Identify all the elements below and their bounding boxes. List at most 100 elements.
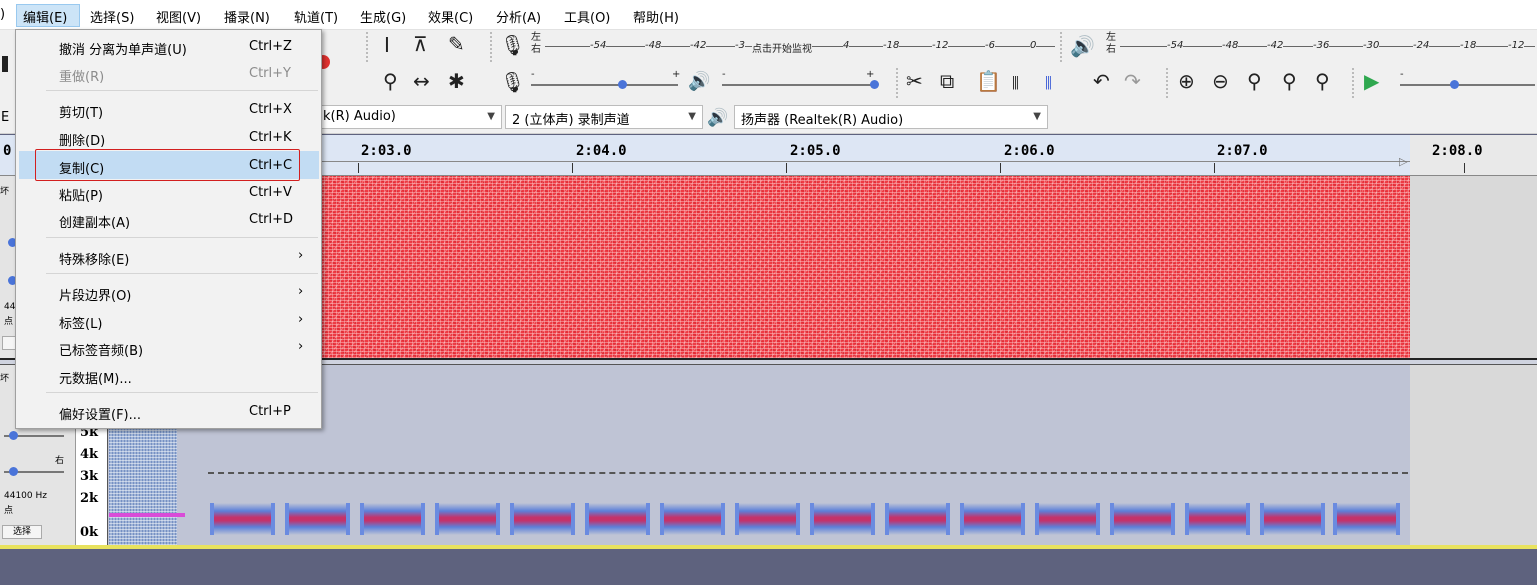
undo-icon[interactable]: ↶ <box>1093 71 1110 91</box>
menu-effect[interactable]: 效果(C) <box>428 7 473 26</box>
ruler-label: 2:07.0 <box>1217 143 1268 159</box>
menu-item-cut[interactable]: 剪切(T) Ctrl+X <box>16 96 321 122</box>
record-meter-tick: 0 <box>1030 40 1037 51</box>
spectral-selection-line <box>208 472 1408 474</box>
menu-item-label: 片段边界(O) <box>59 289 132 304</box>
silence-audio-icon[interactable]: ⫼ <box>1045 73 1052 93</box>
play-meter-tick: -36 <box>1313 40 1330 51</box>
pause-icon[interactable] <box>2 56 8 72</box>
menu-tracks[interactable]: 轨道(T) <box>294 7 338 26</box>
menu-item-redo[interactable]: 重做(R) Ctrl+Y <box>16 60 321 86</box>
redo-icon[interactable]: ↷ <box>1124 71 1141 91</box>
menu-item-metadata[interactable]: 元数据(M)... <box>16 362 321 388</box>
menu-item-labels[interactable]: 标签(L) › <box>16 307 321 333</box>
zoom-in-icon[interactable]: ⊕ <box>1178 71 1195 91</box>
track1-rate: 44 <box>4 302 16 312</box>
recording-device-select[interactable]: k(R) Audio) ▼ <box>316 105 502 129</box>
menu-transport[interactable]: 播录(N) <box>224 7 270 26</box>
track2-gain-knob[interactable] <box>9 431 18 440</box>
record-volume-knob[interactable] <box>618 80 627 89</box>
freq-label: 4k <box>80 447 99 462</box>
playback-volume-speaker-icon: 🔊 <box>688 71 711 92</box>
menu-item-clip-boundaries[interactable]: 片段边界(O) › <box>16 279 321 305</box>
play-meter-tick: -30 <box>1363 40 1380 51</box>
play-region-end-icon[interactable]: ▷ <box>1399 155 1407 168</box>
track1-name[interactable]: 坏 <box>0 184 9 197</box>
ruler-label: 2:05.0 <box>790 143 841 159</box>
menu-analyze[interactable]: 分析(A) <box>496 7 541 26</box>
trim-audio-icon[interactable]: ⫼ <box>1012 73 1019 93</box>
copy-annotation-box <box>35 149 300 181</box>
menu-item-shortcut: Ctrl+Z <box>249 39 292 54</box>
menu-view[interactable]: 视图(V) <box>156 7 201 26</box>
play-meter-right-label: 右 <box>1106 44 1116 55</box>
chevron-down-icon: ▼ <box>487 111 495 122</box>
menu-separator <box>46 237 318 238</box>
play-meter-tick: -24 <box>1413 40 1430 51</box>
menu-item-label: 标签(L) <box>59 317 103 332</box>
track2-format: 点 <box>4 506 14 516</box>
multi-tool-icon[interactable]: ✱ <box>448 71 465 91</box>
menu-select[interactable]: 选择(S) <box>90 7 134 26</box>
copy-icon[interactable]: ⧉ <box>940 71 954 91</box>
menu-edit[interactable]: 编辑(E) <box>23 7 67 26</box>
play-meter-tick: -18 <box>1460 40 1477 51</box>
track2-empty-area <box>1410 365 1537 545</box>
submenu-arrow-icon: › <box>298 248 304 263</box>
timeshift-tool-icon[interactable]: ↔ <box>413 71 430 91</box>
tone-burst <box>810 503 875 535</box>
menu-item-remove-special[interactable]: 特殊移除(E) › <box>16 243 321 269</box>
zoom-tool-icon[interactable]: ⚲ <box>383 71 398 91</box>
record-volume-slider[interactable] <box>531 84 678 86</box>
track2-select-button[interactable]: 选择 <box>2 525 42 539</box>
record-meter-tick: -3 <box>735 40 745 51</box>
menu-tools[interactable]: 工具(O) <box>564 7 610 26</box>
selection-tool-icon[interactable]: I <box>384 35 390 55</box>
playback-device-select[interactable]: 扬声器 (Realtek(R) Audio) ▼ <box>734 105 1048 129</box>
menu-file-partial[interactable]: ) <box>0 7 5 22</box>
menu-item-shortcut: Ctrl+Y <box>249 66 291 81</box>
fit-selection-icon[interactable]: ⚲ <box>1247 71 1262 91</box>
menu-item-labeled-audio[interactable]: 已标签音频(B) › <box>16 334 321 360</box>
click-to-monitor-label[interactable]: 点击开始监视 <box>752 40 812 55</box>
host-combo-partial[interactable]: E <box>1 110 9 125</box>
menu-generate[interactable]: 生成(G) <box>360 7 406 26</box>
ruler-label: 2:08.0 <box>1432 143 1483 159</box>
play-at-speed-icon[interactable]: ▶ <box>1364 71 1379 91</box>
track2-name[interactable]: 坏 <box>0 371 9 384</box>
menu-help[interactable]: 帮助(H) <box>633 7 679 26</box>
menu-separator <box>46 90 318 91</box>
tone-burst <box>960 503 1025 535</box>
menu-item-duplicate[interactable]: 创建副本(A) Ctrl+D <box>16 206 321 232</box>
zoom-toggle-icon[interactable]: ⚲ <box>1315 71 1330 91</box>
record-meter-tick: -48 <box>645 40 662 51</box>
playback-volume-slider[interactable] <box>722 84 878 86</box>
playback-volume-knob[interactable] <box>870 80 879 89</box>
submenu-arrow-icon: › <box>298 312 304 327</box>
cut-icon[interactable]: ✂ <box>906 71 923 91</box>
menu-item-delete[interactable]: 删除(D) Ctrl+K <box>16 124 321 150</box>
menu-item-paste[interactable]: 粘贴(P) Ctrl+V <box>16 179 321 205</box>
fit-project-icon[interactable]: ⚲ <box>1282 71 1297 91</box>
draw-tool-icon[interactable]: ✎ <box>448 34 465 54</box>
envelope-tool-icon[interactable]: ⊼ <box>413 34 428 54</box>
play-region-line <box>320 161 1410 162</box>
recording-channels-select[interactable]: 2 (立体声) 录制声道 ▼ <box>505 105 703 129</box>
submenu-arrow-icon: › <box>298 339 304 354</box>
menu-item-undo[interactable]: 撤消 分离为单声道(U) Ctrl+Z <box>16 33 321 59</box>
menu-item-preferences[interactable]: 偏好设置(F)... Ctrl+P <box>16 398 321 424</box>
menu-item-label: 元数据(M)... <box>59 372 132 387</box>
menu-separator <box>46 273 318 274</box>
tone-burst <box>1110 503 1175 535</box>
zoom-out-icon[interactable]: ⊖ <box>1212 71 1229 91</box>
play-speed-knob[interactable] <box>1450 80 1459 89</box>
paste-icon[interactable]: 📋 <box>976 71 1001 91</box>
record-meter-tick: -12 <box>932 40 949 51</box>
play-speed-slider[interactable] <box>1400 84 1535 86</box>
track-bottom-border <box>0 545 1537 549</box>
track2-pan-knob[interactable] <box>9 467 18 476</box>
microphone-icon[interactable]: 🎙 <box>500 35 525 55</box>
speed-minus: - <box>1400 69 1404 80</box>
record-meter-tick: -18 <box>883 40 900 51</box>
speaker-icon[interactable]: 🔊 <box>1070 36 1095 56</box>
